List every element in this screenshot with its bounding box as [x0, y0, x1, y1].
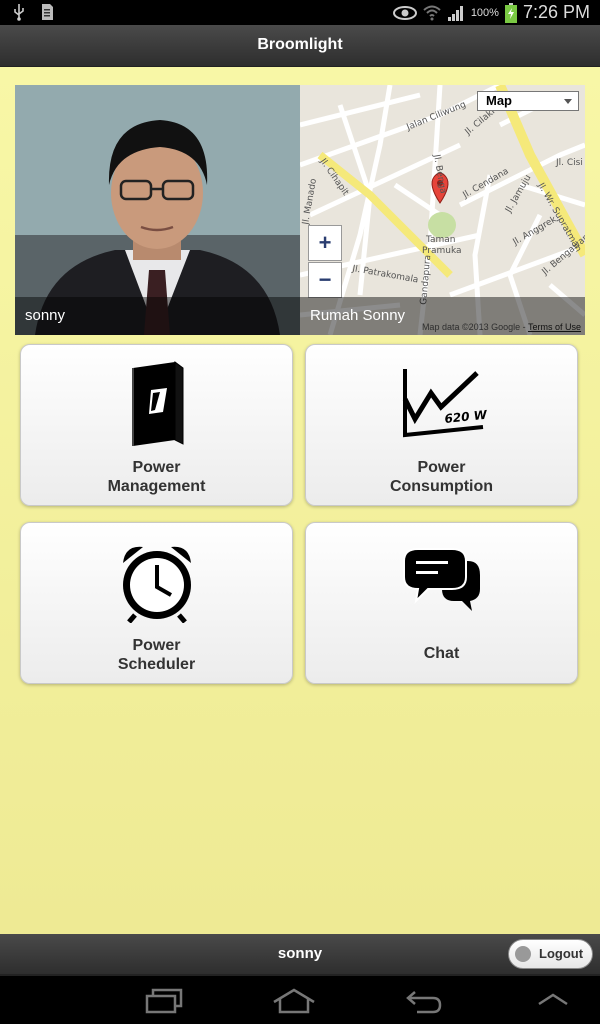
profile-photo[interactable]: sonny	[15, 85, 300, 335]
current-user: sonny	[277, 945, 323, 962]
usb-icon	[14, 4, 24, 21]
map-type-value: Map	[486, 93, 512, 108]
app-title: Broomlight	[257, 36, 343, 53]
battery-icon	[504, 2, 517, 23]
location-map[interactable]: Jalan Ciliwung Jl. Cilaki Jl. Cihapit Jl…	[300, 85, 585, 335]
map-type-select[interactable]: Map	[477, 91, 579, 111]
battery-percent: 100%	[470, 6, 499, 19]
home-icon[interactable]	[272, 988, 316, 1014]
svg-text:Jl. Cisi: Jl. Cisi	[555, 158, 583, 168]
recent-apps-icon[interactable]	[145, 988, 183, 1014]
dropdown-arrow-icon	[564, 99, 572, 104]
chart-reading: 620 W	[443, 408, 486, 426]
footer-bar: sonny Logout	[0, 934, 600, 976]
logout-button[interactable]: Logout	[508, 939, 593, 969]
chat-tile[interactable]: Chat	[305, 522, 578, 684]
book-icon	[21, 359, 292, 451]
tile-label: Chat	[423, 645, 460, 662]
svg-text:Pramuka: Pramuka	[422, 246, 462, 256]
power-scheduler-tile[interactable]: Power Scheduler	[20, 522, 293, 684]
wifi-icon	[423, 5, 441, 20]
tile-label-line1: Power	[417, 459, 466, 476]
map-caption: Rumah Sonny	[300, 297, 585, 335]
tile-label-line2: Management	[107, 478, 206, 495]
profile-banner: sonny Jalan Ciliwung Jl. Cilaki Jl. Ciha…	[15, 85, 585, 335]
power-management-tile[interactable]: Power Management	[20, 344, 293, 506]
back-icon[interactable]	[405, 988, 443, 1014]
status-bar: 100% 7:26 PM	[0, 0, 600, 25]
logout-icon	[515, 946, 531, 962]
alarm-clock-icon	[21, 537, 292, 629]
svg-text:Taman: Taman	[425, 235, 456, 245]
tile-label: Power Management	[21, 458, 292, 496]
tile-label: Power Consumption	[306, 458, 577, 496]
tile-label-line2: Consumption	[389, 478, 494, 495]
menu-up-icon[interactable]	[537, 992, 569, 1008]
main-content: sonny Jalan Ciliwung Jl. Cilaki Jl. Ciha…	[0, 67, 600, 934]
logout-label: Logout	[539, 946, 584, 961]
tile-label-line1: Power	[132, 459, 181, 476]
tile-label: Power Scheduler	[21, 636, 292, 674]
zoom-out-button[interactable]: −	[308, 262, 342, 298]
clock: 7:26 PM	[522, 2, 590, 22]
tile-label-line1: Power	[132, 637, 181, 654]
sd-card-icon	[42, 4, 53, 20]
signal-icon	[447, 5, 463, 21]
eye-icon	[392, 5, 417, 20]
photo-caption: sonny	[15, 297, 300, 335]
app-header: Broomlight	[0, 25, 600, 67]
power-consumption-tile[interactable]: 620 W Power Consumption	[305, 344, 578, 506]
chat-icon	[306, 537, 577, 629]
zoom-in-button[interactable]: +	[308, 225, 342, 261]
tile-label-line2: Scheduler	[117, 656, 196, 673]
system-nav-bar	[0, 978, 600, 1024]
chart-icon: 620 W	[306, 359, 577, 451]
